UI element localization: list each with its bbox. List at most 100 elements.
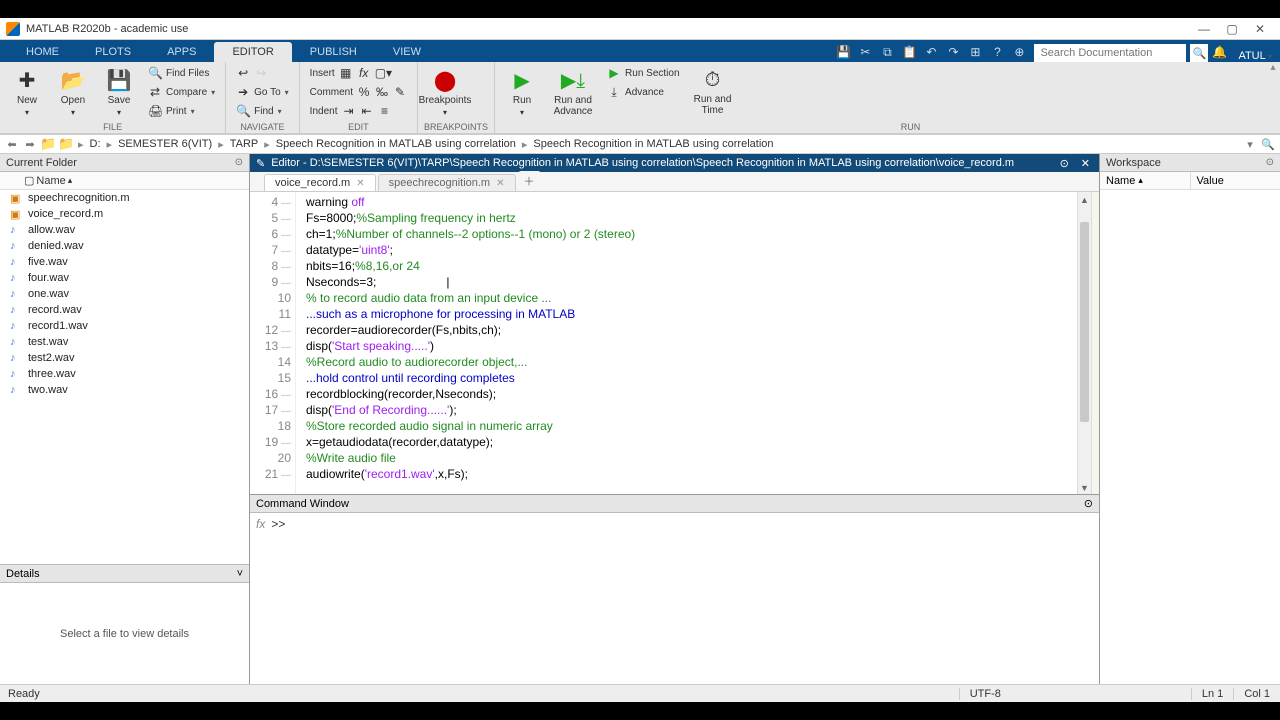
addr-search-icon[interactable]: 🔍 <box>1260 138 1276 151</box>
indent-button[interactable]: Indent ⇥ ⇤ ≡ <box>306 102 411 120</box>
file-item[interactable]: ♪record1.wav <box>0 318 249 334</box>
workspace-menu-icon[interactable]: ⊙ <box>1266 157 1274 168</box>
undo-icon[interactable]: ↶ <box>920 42 942 62</box>
comment-button[interactable]: Comment % ‰ ✎ <box>306 83 411 101</box>
insert-button[interactable]: Insert ▦ fx ▢▾ <box>306 64 411 82</box>
paste-icon[interactable]: 📋 <box>898 42 920 62</box>
maximize-button[interactable]: ▢ <box>1218 20 1246 38</box>
save-button[interactable]: 💾Save▾ <box>98 64 140 120</box>
command-prompt: >> <box>271 517 285 680</box>
file-item[interactable]: ▣speechrecognition.m <box>0 190 249 206</box>
run-section-button[interactable]: ▶Run Section <box>603 64 683 82</box>
scroll-up-icon[interactable]: ▲ <box>1078 192 1091 206</box>
minimize-button[interactable]: — <box>1190 20 1218 38</box>
run-advance-button[interactable]: ▶⤓Run and Advance <box>547 64 599 120</box>
fx-icon: fx <box>256 517 265 680</box>
details-collapse-icon[interactable]: ˅ <box>237 568 243 580</box>
workspace-header[interactable]: Name▴ Value <box>1100 172 1280 190</box>
file-item[interactable]: ♪test.wav <box>0 334 249 350</box>
addr-back[interactable]: ⬅ <box>4 138 20 151</box>
group-run: ▶Run▾ ▶⤓Run and Advance ▶Run Section ⤓Ad… <box>495 62 1266 133</box>
find-files-button[interactable]: 🔍Find Files <box>144 64 219 82</box>
user-menu[interactable]: ATUL <box>1230 50 1280 62</box>
save-icon[interactable]: 💾 <box>832 42 854 62</box>
help-icon[interactable]: ? <box>986 42 1008 62</box>
file-item[interactable]: ♪one.wav <box>0 286 249 302</box>
file-item[interactable]: ♪denied.wav <box>0 238 249 254</box>
tab-home[interactable]: HOME <box>8 42 77 62</box>
status-ready: Ready <box>0 688 959 700</box>
editor-tab-0[interactable]: voice_record.m✕ <box>264 174 376 191</box>
wav-file-icon: ♪ <box>10 368 22 380</box>
file-item[interactable]: ♪two.wav <box>0 382 249 398</box>
close-icon[interactable]: ✕ <box>356 178 364 189</box>
panel-menu-icon[interactable]: ⊙ <box>235 157 243 168</box>
addr-folder-icon[interactable]: 📁 <box>58 136 74 152</box>
workspace-body <box>1100 190 1280 684</box>
open-button[interactable]: 📂Open▾ <box>52 64 94 120</box>
file-item[interactable]: ♪record.wav <box>0 302 249 318</box>
redo-icon[interactable]: ↷ <box>942 42 964 62</box>
file-item[interactable]: ♪three.wav <box>0 366 249 382</box>
details-empty: Select a file to view details <box>0 583 249 684</box>
addr-dropdown[interactable]: ▾ <box>1242 138 1258 151</box>
cut-icon[interactable]: ✂ <box>854 42 876 62</box>
editor-scrollbar[interactable]: ▲ ▼ <box>1077 192 1091 494</box>
print-button[interactable]: 🖨Print <box>144 102 219 120</box>
crumb-0[interactable]: SEMESTER 6(VIT) <box>116 138 214 150</box>
run-button[interactable]: ▶Run▾ <box>501 64 543 120</box>
goto-button[interactable]: ➔Go To <box>232 83 293 101</box>
cmd-menu-icon[interactable]: ⊙ <box>1084 497 1093 510</box>
address-bar: ⬅ ➡ 📁 📁 ▸ D: ▸ SEMESTER 6(VIT) ▸ TARP ▸ … <box>0 134 1280 154</box>
editor-close-icon[interactable]: ✕ <box>1078 157 1093 170</box>
command-input-area[interactable]: fx >> <box>250 513 1099 684</box>
compare-button[interactable]: ⇄Compare <box>144 83 219 101</box>
tab-apps[interactable]: APPS <box>149 42 214 62</box>
wav-file-icon: ♪ <box>10 336 22 348</box>
wav-file-icon: ♪ <box>10 224 22 236</box>
file-item[interactable]: ♪five.wav <box>0 254 249 270</box>
crumb-1[interactable]: TARP <box>228 138 261 150</box>
editor-tab-1[interactable]: speechrecognition.m✕ <box>378 174 516 191</box>
file-item[interactable]: ♪allow.wav <box>0 222 249 238</box>
search-button[interactable]: 🔍 <box>1190 44 1208 62</box>
editor-restore-icon[interactable]: ⊙ <box>1057 157 1072 170</box>
crumb-drive[interactable]: D: <box>88 138 103 150</box>
run-time-button[interactable]: ⏱Run and Time <box>688 64 738 120</box>
search-input[interactable] <box>1034 44 1186 62</box>
current-folder-header[interactable]: ▢Name▴ <box>0 172 249 190</box>
code-overview-bar <box>1091 192 1099 494</box>
addons-icon[interactable]: ⊕ <box>1008 42 1030 62</box>
collapse-ribbon-button[interactable]: ▴ <box>1266 62 1280 133</box>
find-button[interactable]: 🔍Find <box>232 102 293 120</box>
windows-icon[interactable]: ⊞ <box>964 42 986 62</box>
tab-plots[interactable]: PLOTS <box>77 42 149 62</box>
command-window: Command Window ⊙ fx >> <box>250 494 1099 684</box>
editor-tab-add[interactable]: ＋ <box>518 171 541 191</box>
addr-up-icon[interactable]: 📁 <box>40 136 56 152</box>
addr-fwd[interactable]: ➡ <box>22 138 38 151</box>
close-icon[interactable]: ✕ <box>496 178 504 189</box>
editor-tabs: voice_record.m✕ speechrecognition.m✕ ＋ <box>250 172 1099 192</box>
file-item[interactable]: ♪test2.wav <box>0 350 249 366</box>
file-item[interactable]: ♪four.wav <box>0 270 249 286</box>
new-button[interactable]: ✚New▾ <box>6 64 48 120</box>
tab-publish[interactable]: PUBLISH <box>292 42 375 62</box>
tab-editor[interactable]: EDITOR <box>214 42 291 62</box>
close-button[interactable]: ✕ <box>1246 20 1274 38</box>
code-editor[interactable]: 456789101112131415161718192021 warning o… <box>250 192 1099 494</box>
scroll-thumb[interactable] <box>1080 222 1089 422</box>
scroll-down-icon[interactable]: ▼ <box>1078 480 1091 494</box>
crumb-3[interactable]: Speech Recognition in MATLAB using corre… <box>531 138 775 150</box>
wav-file-icon: ♪ <box>10 272 22 284</box>
main-tabs: HOME PLOTS APPS EDITOR PUBLISH VIEW 💾 ✂ … <box>0 40 1280 62</box>
file-item[interactable]: ▣voice_record.m <box>0 206 249 222</box>
breakpoints-button[interactable]: ⬤Breakpoints▾ <box>424 64 466 120</box>
crumb-2[interactable]: Speech Recognition in MATLAB using corre… <box>274 138 518 150</box>
advance-button[interactable]: ⤓Advance <box>603 83 683 101</box>
bell-icon[interactable]: 🔔 <box>1208 42 1230 62</box>
group-file: ✚New▾ 📂Open▾ 💾Save▾ 🔍Find Files ⇄Compare… <box>0 62 226 133</box>
copy-icon[interactable]: ⧉ <box>876 42 898 62</box>
tab-view[interactable]: VIEW <box>375 42 439 62</box>
nav-back-fwd[interactable]: ↩↪ <box>232 64 293 82</box>
